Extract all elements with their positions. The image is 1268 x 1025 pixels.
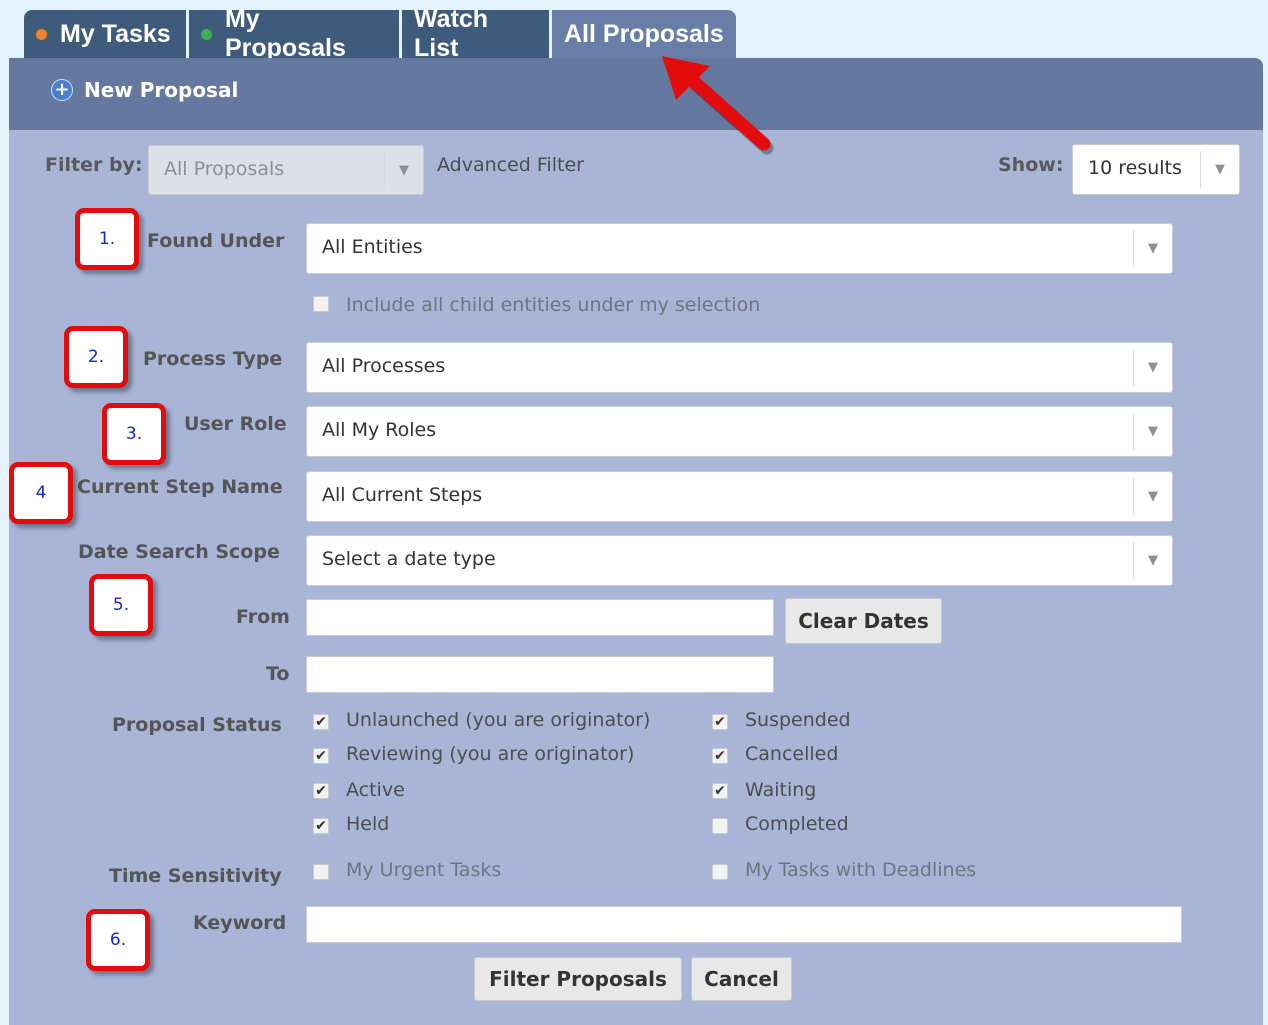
filter-panel: Filter by: All Proposals ▼ Advanced Filt… <box>9 130 1263 1025</box>
chevron-down-icon: ▼ <box>384 152 423 188</box>
clear-dates-button[interactable]: Clear Dates <box>785 598 942 644</box>
annotation-marker-6: 6. <box>86 909 150 971</box>
status-cancelled-checkbox[interactable]: ✔ <box>712 748 728 764</box>
to-date-input[interactable] <box>306 656 774 693</box>
status-option-label: Suspended <box>745 709 851 731</box>
annotation-marker-3: 3. <box>102 403 166 465</box>
found-under-value: All Entities <box>322 236 423 258</box>
status-option-label: Active <box>346 779 405 801</box>
tab-label: All Proposals <box>564 19 724 48</box>
status-option-label: Completed <box>745 813 849 835</box>
chevron-down-icon: ▼ <box>1133 542 1172 579</box>
red-arrow-icon <box>662 56 774 155</box>
green-dot-icon <box>201 28 212 40</box>
current-step-label: Current Step Name <box>77 476 283 498</box>
filter-by-select[interactable]: All Proposals ▼ <box>148 145 424 195</box>
chevron-down-icon: ▼ <box>1133 413 1172 450</box>
plus-circle-icon: + <box>51 79 73 101</box>
status-waiting-checkbox[interactable]: ✔ <box>712 783 728 799</box>
annotation-marker-4: 4 <box>9 462 73 524</box>
status-unlaunched-checkbox[interactable]: ✔ <box>313 714 329 730</box>
chevron-down-icon: ▼ <box>1133 478 1172 515</box>
panel-header: + New Proposal <box>9 58 1263 130</box>
status-option-label: Cancelled <box>745 743 839 765</box>
tab-label: Watch List <box>414 5 489 62</box>
deadline-tasks-checkbox[interactable] <box>712 864 728 880</box>
date-scope-select[interactable]: Select a date type ▼ <box>306 535 1173 586</box>
annotation-marker-2: 2. <box>64 326 128 388</box>
user-role-value: All My Roles <box>322 419 437 441</box>
chevron-down-icon: ▼ <box>1133 230 1172 267</box>
tab-label: My Tasks <box>60 19 171 48</box>
to-label: To <box>266 663 290 685</box>
status-option-label: Reviewing (you are originator) <box>346 743 635 765</box>
results-per-page-select[interactable]: 10 results ▼ <box>1072 144 1240 195</box>
user-role-label: User Role <box>184 413 287 435</box>
process-type-value: All Processes <box>322 355 446 377</box>
tab-my-proposals[interactable]: My Proposals <box>189 5 399 62</box>
urgent-tasks-checkbox[interactable] <box>313 864 329 880</box>
show-label: Show: <box>998 154 1064 176</box>
deadline-tasks-label: My Tasks with Deadlines <box>745 859 977 881</box>
filter-proposals-button[interactable]: Filter Proposals <box>474 957 682 1001</box>
from-label: From <box>236 606 290 628</box>
cancel-button[interactable]: Cancel <box>691 957 792 1001</box>
time-sensitivity-label: Time Sensitivity <box>109 865 282 887</box>
include-children-label: Include all child entities under my sele… <box>346 294 761 316</box>
chevron-down-icon: ▼ <box>1200 151 1239 188</box>
process-type-label: Process Type <box>143 348 283 370</box>
new-proposal-label: New Proposal <box>84 78 239 102</box>
annotation-marker-1: 1. <box>75 208 139 270</box>
found-under-select[interactable]: All Entities ▼ <box>306 223 1173 274</box>
found-under-label: Found Under <box>147 230 285 252</box>
status-option-label: Held <box>346 813 390 835</box>
date-scope-value: Select a date type <box>322 548 496 570</box>
status-option-label: Unlaunched (you are originator) <box>346 709 651 731</box>
date-scope-label: Date Search Scope <box>78 541 280 563</box>
chevron-down-icon: ▼ <box>1133 349 1172 386</box>
status-held-checkbox[interactable]: ✔ <box>313 818 329 834</box>
filter-by-label: Filter by: <box>45 154 143 176</box>
status-suspended-checkbox[interactable]: ✔ <box>712 714 728 730</box>
include-children-checkbox[interactable] <box>313 296 329 312</box>
proposal-status-label: Proposal Status <box>112 714 282 736</box>
advanced-filter-label: Advanced Filter <box>437 154 584 176</box>
new-proposal-button[interactable]: + New Proposal <box>51 78 238 102</box>
tab-watch-list[interactable]: Watch List <box>402 5 549 62</box>
urgent-tasks-label: My Urgent Tasks <box>346 859 502 881</box>
status-option-label: Waiting <box>745 779 817 801</box>
keyword-input[interactable] <box>306 906 1182 943</box>
tab-my-tasks[interactable]: My Tasks <box>24 10 186 58</box>
current-step-value: All Current Steps <box>322 484 483 506</box>
tab-label: My Proposals <box>224 5 346 62</box>
process-type-select[interactable]: All Processes ▼ <box>306 342 1173 393</box>
annotation-marker-5: 5. <box>89 574 153 636</box>
current-step-select[interactable]: All Current Steps ▼ <box>306 471 1173 522</box>
filter-by-value: All Proposals <box>164 158 285 180</box>
from-date-input[interactable] <box>306 599 774 636</box>
status-active-checkbox[interactable]: ✔ <box>313 783 329 799</box>
status-reviewing-checkbox[interactable]: ✔ <box>313 748 329 764</box>
user-role-select[interactable]: All My Roles ▼ <box>306 406 1173 457</box>
tab-bar: My Tasks My Proposals Watch List All Pro… <box>24 5 736 62</box>
show-value: 10 results <box>1088 157 1182 179</box>
orange-dot-icon <box>36 28 47 40</box>
status-completed-checkbox[interactable] <box>712 818 728 834</box>
keyword-label: Keyword <box>193 912 287 934</box>
